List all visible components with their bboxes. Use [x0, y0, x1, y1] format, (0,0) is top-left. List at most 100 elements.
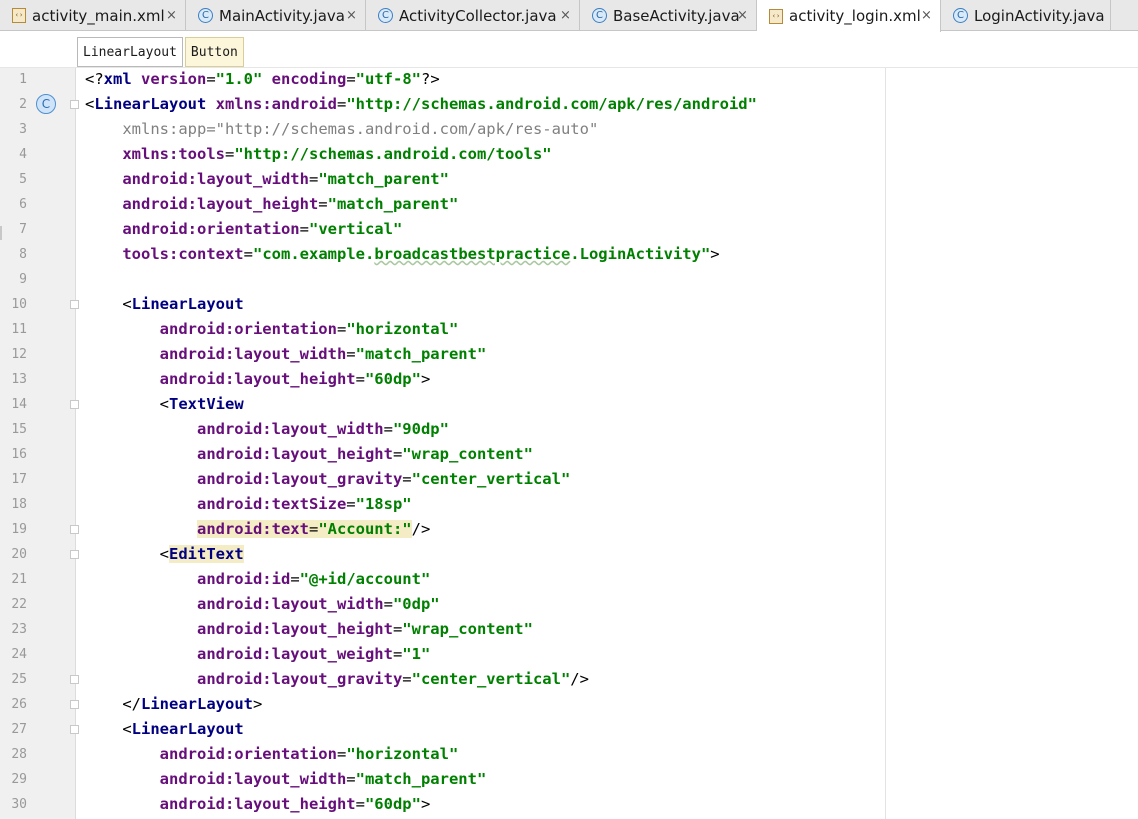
code-line[interactable]: 22 android:layout_width="0dp": [0, 592, 1138, 617]
code-line[interactable]: 8 tools:context="com.example.broadcastbe…: [0, 242, 1138, 267]
fold-expand-icon[interactable]: [70, 300, 79, 309]
breadcrumb-button[interactable]: Button: [184, 37, 244, 67]
code-line[interactable]: 21 android:id="@+id/account": [0, 567, 1138, 592]
fold-collapse-icon[interactable]: [70, 700, 79, 709]
code-line[interactable]: 1 <?xml version="1.0" encoding="utf-8"?>: [0, 67, 1138, 92]
line-number: 3: [19, 122, 27, 137]
fold-expand-icon[interactable]: [70, 725, 79, 734]
code-token: "match_parent": [327, 195, 459, 213]
code-line[interactable]: 19 android:text="Account:"/>: [0, 517, 1138, 542]
code-line[interactable]: 6 android:layout_height="match_parent": [0, 192, 1138, 217]
close-icon[interactable]: ×: [346, 8, 357, 23]
code-text: android:orientation="horizontal": [85, 317, 459, 342]
tab-mainactivity-java[interactable]: C MainActivity.java ×: [186, 0, 366, 31]
tab-activitycollector-java[interactable]: C ActivityCollector.java ×: [366, 0, 580, 31]
code-line[interactable]: 2 C <LinearLayout xmlns:android="http://sc…: [0, 92, 1138, 117]
code-token: "match_parent": [355, 770, 487, 788]
code-line[interactable]: 17 android:layout_gravity="center_vertic…: [0, 467, 1138, 492]
code-token: <: [85, 545, 169, 563]
fold-collapse-icon[interactable]: [70, 675, 79, 684]
code-token: android:layout_height: [122, 195, 319, 213]
tab-activity-main-xml[interactable]: ‹› activity_main.xml ×: [0, 0, 186, 31]
fold-expand-icon[interactable]: [70, 550, 79, 559]
code-text: android:textSize="18sp": [85, 492, 412, 517]
code-token: "@+id/account": [299, 570, 431, 588]
close-icon[interactable]: ×: [737, 8, 748, 23]
code-line[interactable]: 25 android:layout_gravity="center_vertic…: [0, 667, 1138, 692]
code-text: android:layout_width="match_parent": [85, 767, 487, 792]
editor-tab-bar: ‹› activity_main.xml × C MainActivity.java × C…: [0, 0, 1138, 32]
code-token: "0dp": [392, 595, 440, 613]
tab-label: ActivityCollector.java: [399, 6, 557, 25]
fold-expand-icon[interactable]: [70, 100, 79, 109]
line-number: 24: [11, 647, 27, 662]
class-icon: C: [953, 8, 968, 23]
code-token: "http://schemas.android.com/tools": [234, 145, 552, 163]
code-token: LinearLayout: [94, 95, 216, 113]
code-text: <LinearLayout: [85, 717, 243, 742]
code-line[interactable]: 15 android:layout_width="90dp": [0, 417, 1138, 442]
code-line[interactable]: 12 android:layout_width="match_parent": [0, 342, 1138, 367]
close-icon[interactable]: ×: [166, 8, 177, 23]
code-token: "horizontal": [346, 745, 459, 763]
code-token: "1": [402, 645, 431, 663]
code-token: android:layout_width: [122, 170, 309, 188]
related-class-icon[interactable]: C: [36, 94, 56, 114]
code-text: xmlns:tools="http://schemas.android.com/…: [85, 142, 552, 167]
code-text: android:layout_width="match_parent": [85, 342, 487, 367]
fold-expand-icon[interactable]: [70, 400, 79, 409]
code-token: android:text: [196, 520, 309, 538]
fold-collapse-icon[interactable]: [70, 525, 79, 534]
code-line[interactable]: 5 android:layout_width="match_parent": [0, 167, 1138, 192]
code-line[interactable]: 11 android:orientation="horizontal": [0, 317, 1138, 342]
code-line[interactable]: 23 android:layout_height="wrap_content": [0, 617, 1138, 642]
code-token: =: [346, 495, 356, 513]
code-line[interactable]: 10 <LinearLayout: [0, 292, 1138, 317]
xml-file-icon: ‹›: [12, 8, 26, 23]
code-token: =: [243, 245, 253, 263]
code-line[interactable]: 4 xmlns:tools="http://schemas.android.co…: [0, 142, 1138, 167]
code-token: <: [85, 395, 169, 413]
code-token: android:orientation: [122, 220, 300, 238]
code-line[interactable]: 26 </LinearLayout>: [0, 692, 1138, 717]
code-text: android:layout_height="wrap_content": [85, 442, 533, 467]
code-line[interactable]: 20 <EditText: [0, 542, 1138, 567]
code-token: android:layout_width: [159, 345, 347, 363]
code-line[interactable]: 7 android:orientation="vertical": [0, 217, 1138, 242]
code-line[interactable]: 3 xmlns:app="http://schemas.android.com/…: [0, 117, 1138, 142]
line-number: 11: [11, 322, 27, 337]
breadcrumb-linearlayout[interactable]: LinearLayout: [77, 37, 183, 67]
code-token: xmlns:android: [215, 95, 337, 113]
code-line[interactable]: 24 android:layout_weight="1": [0, 642, 1138, 667]
code-token: android:layout_gravity: [196, 670, 403, 688]
tab-baseactivity-java[interactable]: C BaseActivity.java ×: [580, 0, 757, 31]
code-token: =: [355, 795, 365, 813]
code-line[interactable]: 13 android:layout_height="60dp">: [0, 367, 1138, 392]
code-text: android:layout_height="match_parent": [85, 192, 458, 217]
code-token: =: [206, 120, 216, 138]
code-line[interactable]: 14 <TextView: [0, 392, 1138, 417]
code-token: "90dp": [392, 420, 449, 438]
code-line[interactable]: 27 <LinearLayout: [0, 717, 1138, 742]
code-token: android:textSize: [196, 495, 347, 513]
code-line[interactable]: 29 android:layout_width="match_parent": [0, 767, 1138, 792]
code-line[interactable]: 30 android:layout_height="60dp">: [0, 792, 1138, 817]
code-line[interactable]: 16 android:layout_height="wrap_content": [0, 442, 1138, 467]
code-line[interactable]: 28 android:orientation="horizontal": [0, 742, 1138, 767]
tab-loginactivity-java[interactable]: C LoginActivity.java: [941, 0, 1111, 31]
code-line[interactable]: 9: [0, 267, 1138, 292]
code-line[interactable]: 18 android:textSize="18sp": [0, 492, 1138, 517]
line-number: 22: [11, 597, 27, 612]
tab-activity-login-xml[interactable]: ‹› activity_login.xml ×: [757, 0, 941, 32]
close-icon[interactable]: ×: [560, 8, 571, 23]
close-icon[interactable]: ×: [921, 8, 932, 23]
code-token: =: [392, 620, 403, 638]
